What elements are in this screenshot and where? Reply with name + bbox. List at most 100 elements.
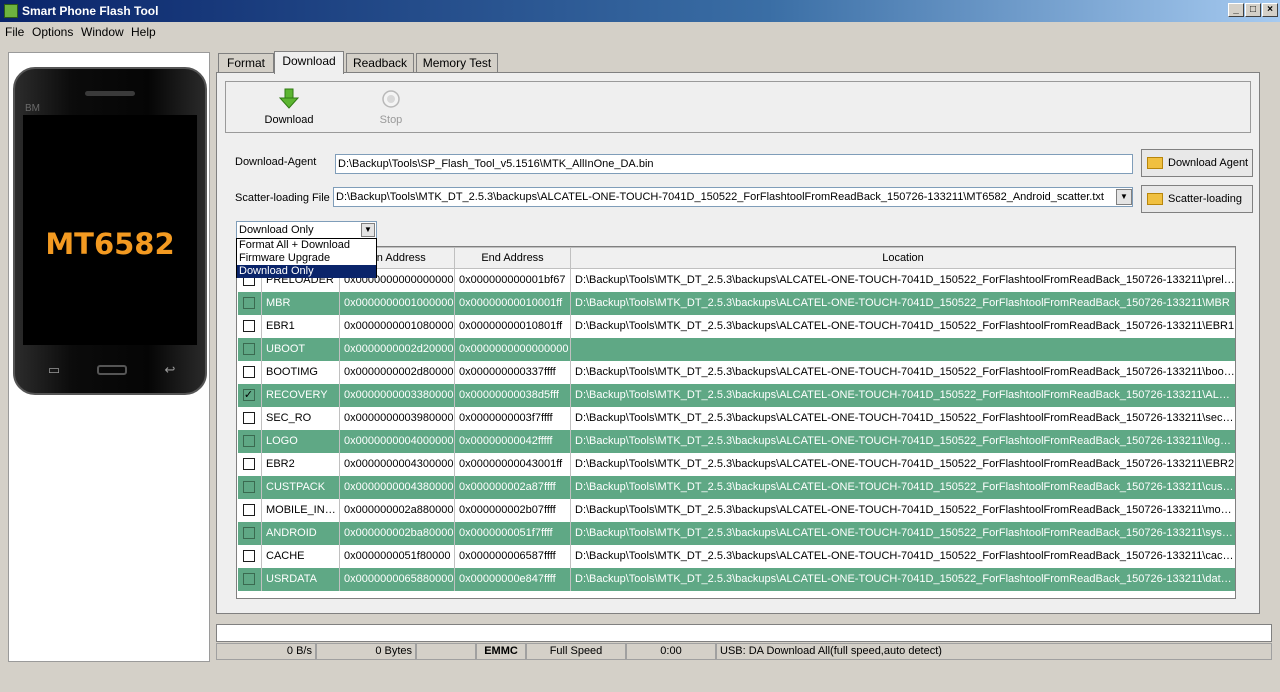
table-row[interactable]: PRELOADER 0x0000000000000000 0x00000000000…	[237, 268, 1235, 292]
row-checkbox[interactable]	[242, 504, 255, 517]
header-end-address: End Address	[454, 247, 571, 269]
menu-file[interactable]: File	[5, 25, 24, 39]
table-row[interactable]: CACHE 0x0000000051f80000 0x000000006587fff…	[237, 544, 1235, 568]
row-checkbox[interactable]	[242, 458, 255, 471]
row-checkbox[interactable]	[242, 412, 255, 425]
cell-end: 0x000000000337ffff	[454, 360, 571, 384]
download-agent-field[interactable]: D:\Backup\Tools\SP_Flash_Tool_v5.1516\MT…	[335, 154, 1133, 174]
table-row[interactable]: USRDATA 0x0000000065880000 0x00000000e847f…	[237, 567, 1235, 591]
close-button[interactable]: ×	[1262, 3, 1278, 17]
row-checkbox[interactable]	[242, 527, 255, 540]
status-usb-speed: Full Speed	[526, 643, 626, 660]
table-row[interactable]: CUSTPACK 0x0000000004380000 0x000000002a87…	[237, 475, 1235, 499]
stop-icon	[382, 90, 400, 108]
cell-begin: 0x0000000001000000	[339, 291, 455, 315]
stop-button[interactable]: Stop	[346, 86, 436, 130]
status-message: USB: DA Download All(full speed,auto det…	[716, 643, 1272, 660]
phone-screen: MT6582	[23, 115, 197, 345]
table-header: gin Address End Address Location	[237, 247, 1235, 269]
chevron-down-icon[interactable]: ▼	[361, 223, 375, 237]
table-row[interactable]: ANDROID 0x000000002ba80000 0x0000000051f7f…	[237, 521, 1235, 545]
cell-location: D:\Backup\Tools\MTK_DT_2.5.3\backups\ALC…	[570, 406, 1235, 430]
cell-end: 0x0000000000000000	[454, 337, 571, 361]
tab-download[interactable]: Download	[274, 51, 344, 74]
phone-speaker	[85, 91, 135, 96]
chip-label: MT6582	[45, 227, 175, 261]
row-checkbox-cell	[237, 314, 262, 338]
row-checkbox[interactable]	[242, 366, 255, 379]
cell-name: UBOOT	[261, 337, 340, 361]
scatter-dropdown-button[interactable]: ▼	[1116, 189, 1132, 205]
option-download-only[interactable]: Download Only	[237, 265, 376, 278]
row-checkbox[interactable]	[242, 320, 255, 333]
download-button[interactable]: Download	[244, 86, 334, 130]
tab-memory-test[interactable]: Memory Test	[416, 53, 498, 73]
row-checkbox[interactable]	[242, 481, 255, 494]
cell-name: LOGO	[261, 429, 340, 453]
status-storage: EMMC	[476, 643, 526, 660]
row-checkbox[interactable]	[242, 297, 255, 310]
cell-begin: 0x0000000004000000	[339, 429, 455, 453]
row-checkbox[interactable]	[242, 550, 255, 563]
cell-name: USRDATA	[261, 567, 340, 591]
menu-window[interactable]: Window	[81, 25, 124, 39]
folder-icon	[1147, 157, 1163, 169]
cell-end: 0x00000000010801ff	[454, 314, 571, 338]
row-checkbox[interactable]: ✓	[242, 389, 255, 402]
table-row[interactable]: MOBILE_INFO 0x000000002a880000 0x000000002…	[237, 498, 1235, 522]
cell-name: RECOVERY	[261, 383, 340, 407]
row-checkbox[interactable]	[242, 343, 255, 356]
table-row[interactable]: EBR1 0x0000000001080000 0x00000000010801ff…	[237, 314, 1235, 338]
menu-help[interactable]: Help	[131, 25, 156, 39]
cell-location: D:\Backup\Tools\MTK_DT_2.5.3\backups\ALC…	[570, 429, 1235, 453]
scatter-file-field[interactable]: D:\Backup\Tools\MTK_DT_2.5.3\backups\ALC…	[333, 187, 1133, 207]
cell-location	[570, 337, 1235, 361]
table-row[interactable]: LOGO 0x0000000004000000 0x00000000042fffff…	[237, 429, 1235, 453]
minimize-button[interactable]: _	[1228, 3, 1244, 17]
cell-end: 0x000000002b07ffff	[454, 498, 571, 522]
stop-label: Stop	[379, 114, 403, 126]
row-checkbox-cell	[237, 291, 262, 315]
tab-format[interactable]: Format	[218, 53, 274, 73]
cell-name: MOBILE_INFO	[261, 498, 340, 522]
row-checkbox[interactable]	[242, 573, 255, 586]
option-firmware-upgrade[interactable]: Firmware Upgrade	[237, 252, 376, 265]
cell-location: D:\Backup\Tools\MTK_DT_2.5.3\backups\ALC…	[570, 314, 1235, 338]
table-row[interactable]: BOOTIMG 0x0000000002d80000 0x000000000337f…	[237, 360, 1235, 384]
header-location: Location	[570, 247, 1235, 269]
folder-icon	[1147, 193, 1163, 205]
table-row[interactable]: UBOOT 0x0000000002d20000 0x000000000000000…	[237, 337, 1235, 361]
menu-options[interactable]: Options	[32, 25, 73, 39]
cell-name: CACHE	[261, 544, 340, 568]
mode-select[interactable]: Download Only ▼	[236, 221, 377, 239]
cell-name: BOOTIMG	[261, 360, 340, 384]
download-tab-panel: Download Stop Download-Agent D:\Backup\T…	[216, 72, 1260, 614]
phone-panel: BM MT6582 ▭ ↩	[8, 52, 210, 662]
mode-options-list: Format All + Download Firmware Upgrade D…	[236, 238, 377, 278]
cell-begin: 0x0000000001080000	[339, 314, 455, 338]
cell-begin: 0x0000000002d80000	[339, 360, 455, 384]
cell-end: 0x0000000003f7ffff	[454, 406, 571, 430]
option-format-all-download[interactable]: Format All + Download	[237, 239, 376, 252]
scatter-file-label: Scatter-loading File	[235, 192, 330, 204]
row-checkbox-cell	[237, 498, 262, 522]
app-icon	[4, 4, 18, 18]
table-row[interactable]: MBR 0x0000000001000000 0x00000000010001ff D…	[237, 291, 1235, 315]
title-bar: Smart Phone Flash Tool _ □ ×	[0, 0, 1280, 22]
table-row[interactable]: ✓ RECOVERY 0x0000000003380000 0x00000000038…	[237, 383, 1235, 407]
download-agent-button[interactable]: Download Agent	[1141, 149, 1253, 177]
table-row[interactable]: EBR2 0x0000000004300000 0x00000000043001ff…	[237, 452, 1235, 476]
scatter-loading-button[interactable]: Scatter-loading	[1141, 185, 1253, 213]
status-bytes: 0 Bytes	[316, 643, 416, 660]
table-row[interactable]: SEC_RO 0x0000000003980000 0x0000000003f7ff…	[237, 406, 1235, 430]
tab-readback[interactable]: Readback	[346, 53, 414, 73]
maximize-button[interactable]: □	[1245, 3, 1261, 17]
cell-begin: 0x0000000003380000	[339, 383, 455, 407]
cell-location: D:\Backup\Tools\MTK_DT_2.5.3\backups\ALC…	[570, 291, 1235, 315]
cell-name: ANDROID	[261, 521, 340, 545]
home-key-icon	[97, 365, 127, 375]
cell-end: 0x0000000051f7ffff	[454, 521, 571, 545]
row-checkbox[interactable]	[242, 435, 255, 448]
menu-key-icon: ▭	[47, 362, 61, 377]
cell-begin: 0x000000002ba80000	[339, 521, 455, 545]
